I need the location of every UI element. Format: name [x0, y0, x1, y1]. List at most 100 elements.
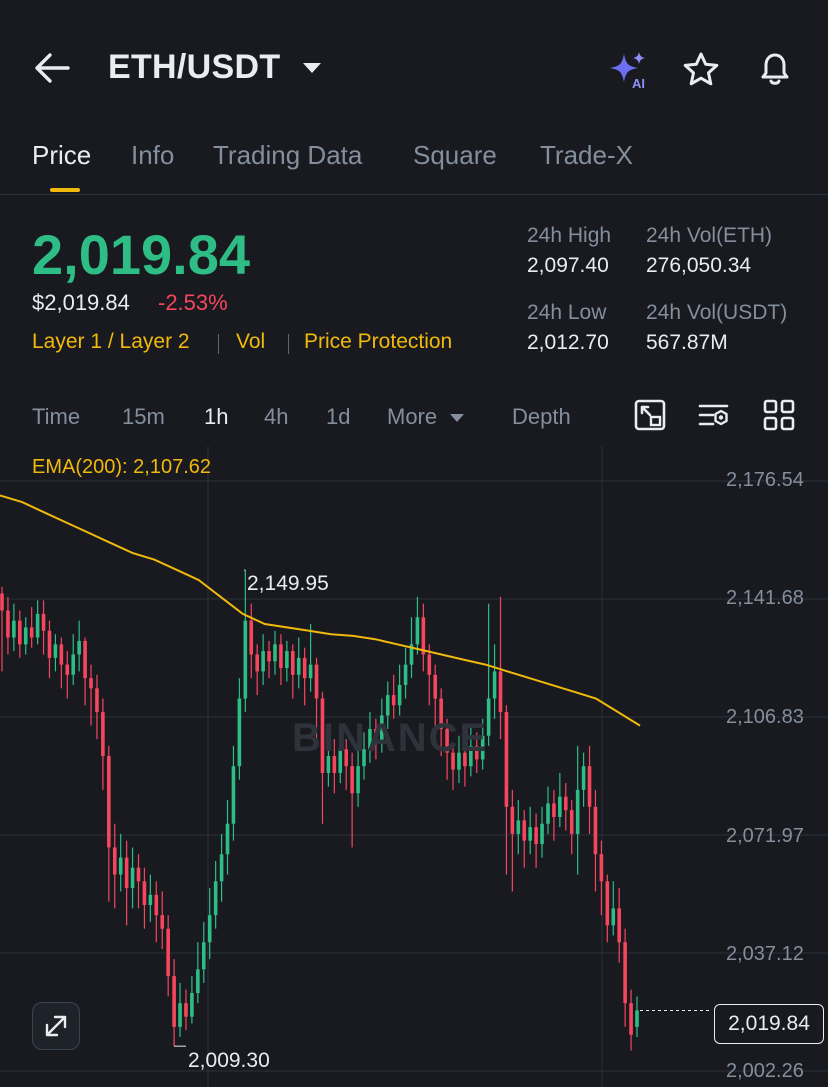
- interval-1h[interactable]: 1h: [204, 404, 228, 430]
- candle-body: [231, 766, 236, 824]
- price-axis-label: 2,037.12: [726, 943, 804, 965]
- tab-trade-x[interactable]: Trade-X: [540, 140, 633, 171]
- candle-body: [23, 627, 28, 645]
- candle-body: [35, 613, 40, 638]
- candle-body: [314, 664, 319, 699]
- candle-body: [267, 651, 271, 662]
- candle-body: [95, 688, 99, 713]
- candle-body: [492, 671, 497, 699]
- candle-body: [172, 976, 176, 1027]
- ai-sparkle-icon[interactable]: AI: [606, 50, 650, 91]
- interval-more[interactable]: More: [387, 404, 465, 430]
- current-price-tag: 2,019.84: [714, 1004, 824, 1044]
- candle-body: [243, 620, 248, 699]
- candle-body: [385, 695, 390, 716]
- tab-trading-data[interactable]: Trading Data: [213, 140, 362, 171]
- candlestick-chart[interactable]: [0, 446, 828, 1087]
- candle-body: [29, 627, 34, 638]
- candle-body: [403, 664, 408, 685]
- candle-body: [623, 942, 627, 1004]
- candle-body: [12, 620, 16, 638]
- candle-body: [53, 644, 58, 658]
- caret-down-icon[interactable]: [300, 58, 324, 78]
- candle-body: [0, 593, 4, 611]
- candle-body: [219, 854, 224, 882]
- candle-body: [593, 806, 598, 855]
- candle-body: [516, 820, 521, 834]
- candle-body: [196, 969, 200, 994]
- candle-body: [178, 1003, 182, 1027]
- tab-info[interactable]: Info: [131, 140, 174, 171]
- candle-body: [552, 803, 556, 817]
- candle-body: [261, 651, 265, 672]
- back-arrow-icon: [35, 53, 70, 83]
- candle-body: [617, 908, 621, 943]
- last-price: 2,019.84: [32, 223, 250, 286]
- usd-price: $2,019.84: [32, 290, 130, 315]
- pair-title[interactable]: ETH/USDT: [108, 48, 280, 87]
- tab-divider: [0, 194, 828, 195]
- candle-body: [528, 827, 532, 841]
- price-axis-label: 2,071.97: [726, 825, 804, 847]
- high-label: 24h High: [527, 224, 612, 247]
- grid-layout-icon[interactable]: [762, 398, 796, 432]
- candle-body: [498, 671, 503, 713]
- candle-body: [285, 651, 289, 669]
- tag-price-protection[interactable]: Price Protection: [304, 330, 452, 354]
- candle-body: [184, 1003, 188, 1017]
- tag-layer[interactable]: Layer 1 / Layer 2: [32, 330, 190, 354]
- candle-body: [510, 806, 515, 834]
- candle-body: [290, 651, 295, 675]
- back-button[interactable]: [32, 50, 72, 86]
- interval-depth[interactable]: Depth: [512, 404, 571, 430]
- candle-body: [575, 789, 580, 834]
- candle-body: [225, 823, 230, 855]
- candle-body: [237, 698, 242, 767]
- svg-text:AI: AI: [632, 76, 645, 90]
- price-axis-label: 2,002.26: [726, 1060, 804, 1082]
- candle-body: [6, 610, 10, 638]
- low-annotation: 2,009.30: [188, 1049, 270, 1072]
- tag-vol[interactable]: Vol: [236, 330, 265, 354]
- candle-body: [569, 810, 574, 834]
- candle-body: [296, 657, 301, 675]
- bell-icon[interactable]: [754, 48, 796, 90]
- candle-body: [71, 654, 76, 675]
- candle-body: [308, 664, 313, 679]
- candle-body: [356, 766, 360, 794]
- candle-body: [154, 894, 159, 916]
- tab-price[interactable]: Price: [32, 140, 91, 171]
- interval-15m[interactable]: 15m: [122, 404, 165, 430]
- star-icon[interactable]: [681, 50, 721, 90]
- fullscreen-button[interactable]: [32, 1002, 80, 1050]
- price-change: -2.53%: [158, 290, 228, 315]
- candle-body: [391, 695, 396, 706]
- candle-body: [124, 857, 129, 889]
- interval-time[interactable]: Time: [32, 404, 80, 430]
- candle-body: [534, 827, 538, 845]
- candle-body: [65, 664, 70, 675]
- candle-body: [213, 881, 218, 916]
- price-axis-label: 2,106.83: [726, 706, 804, 728]
- indicator-settings-icon[interactable]: [697, 398, 731, 432]
- candle-body: [415, 617, 420, 645]
- candle-body: [148, 894, 153, 905]
- candle-body: [273, 644, 277, 662]
- low-value: 2,012.70: [527, 331, 609, 354]
- candle-body: [563, 796, 568, 811]
- chart-mode-icon[interactable]: [633, 398, 667, 432]
- candle-body: [130, 867, 135, 889]
- interval-1d[interactable]: 1d: [326, 404, 350, 430]
- tab-square[interactable]: Square: [413, 140, 497, 171]
- vol-eth-label: 24h Vol(ETH): [646, 224, 773, 247]
- candle-body: [433, 674, 438, 699]
- vol-usdt-value: 567.87M: [646, 331, 728, 354]
- tag-separator: [288, 334, 289, 354]
- candle-body: [249, 620, 254, 655]
- candle-body: [629, 1003, 633, 1035]
- candle-body: [201, 942, 206, 970]
- candle-body: [540, 823, 544, 845]
- candle-body: [18, 620, 22, 645]
- vol-eth-value: 276,050.34: [646, 254, 752, 277]
- interval-4h[interactable]: 4h: [264, 404, 288, 430]
